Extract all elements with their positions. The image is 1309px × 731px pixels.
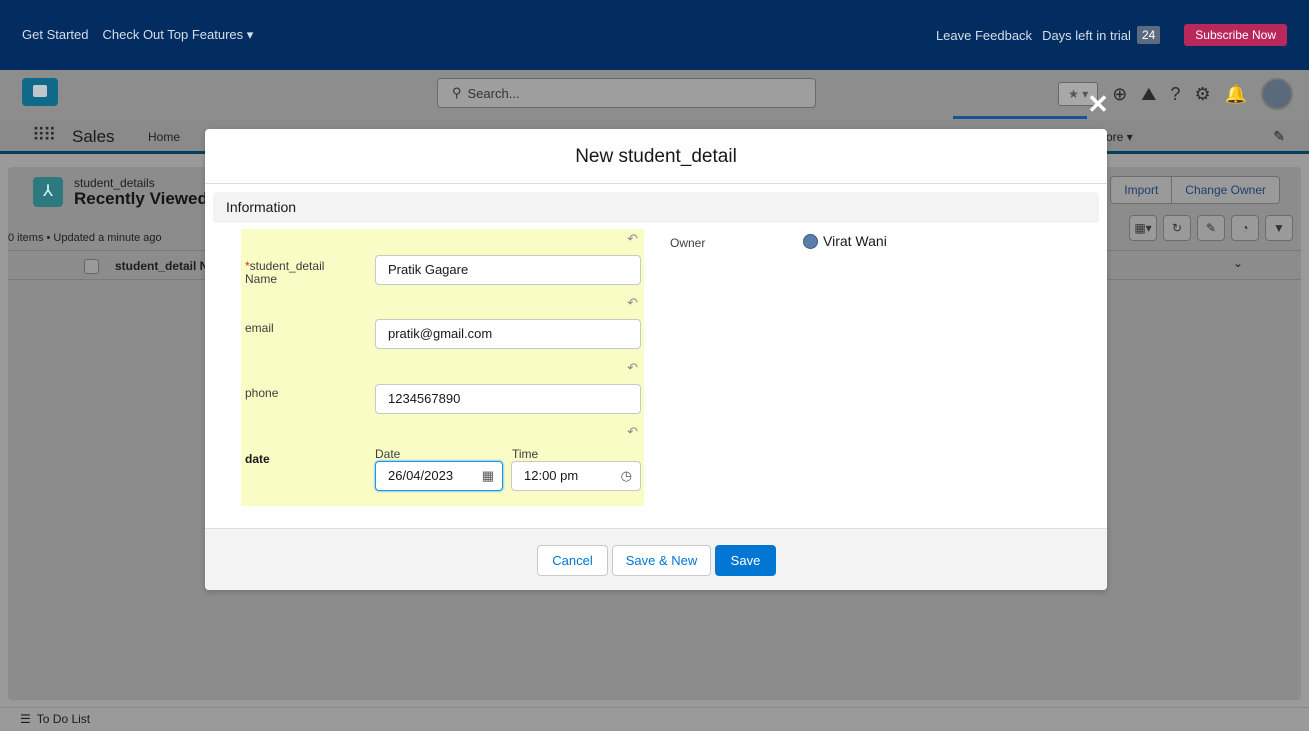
nav-more-label: ore <box>1106 130 1124 144</box>
undo-icon[interactable]: ↶ <box>627 360 638 376</box>
clock-icon[interactable]: ◷ <box>621 462 632 490</box>
time-sublabel: Time <box>512 447 539 461</box>
edit-nav-pencil-icon[interactable]: ✎ <box>1273 128 1285 145</box>
search-placeholder: Search... <box>467 85 520 101</box>
modal-footer: Cancel Save & New Save <box>205 528 1107 590</box>
global-search[interactable]: ⚲ Search... <box>437 78 816 108</box>
days-left-count: 24 <box>1136 26 1161 44</box>
list-view-name[interactable]: Recently Viewed <box>74 189 208 209</box>
global-actions-icon[interactable]: ⊕ <box>1112 84 1127 105</box>
todo-list-label: To Do List <box>36 712 91 726</box>
display-as-table-icon[interactable]: ▦▾ <box>1129 215 1157 241</box>
trailhead-icon[interactable]: ⛰ <box>1141 84 1156 105</box>
date-field-label: date <box>245 452 270 466</box>
date-input[interactable]: 26/04/2023 ▦ <box>375 461 503 491</box>
nav-more-menu[interactable]: ore ▾ <box>1106 130 1133 144</box>
filter-icon[interactable]: ▼ <box>1265 215 1293 241</box>
select-all-checkbox[interactable] <box>84 259 99 274</box>
phone-input[interactable]: 1234567890 <box>375 384 641 414</box>
calendar-icon[interactable]: ▦ <box>482 462 494 490</box>
modal-header: New student_detail <box>205 129 1107 184</box>
top-features-label: Check Out Top Features <box>102 27 244 42</box>
cancel-button[interactable]: Cancel <box>537 545 608 576</box>
owner-field-value[interactable]: Virat Wani <box>803 233 887 249</box>
name-field-label: *student_detail Name <box>245 260 324 286</box>
import-button[interactable]: Import <box>1110 176 1173 204</box>
subscribe-now-button[interactable]: Subscribe Now <box>1184 24 1287 46</box>
undo-icon[interactable]: ↶ <box>627 424 638 440</box>
notifications-bell-icon[interactable]: 🔔 <box>1225 84 1247 105</box>
leave-feedback-link[interactable]: Leave Feedback <box>936 28 1032 43</box>
save-and-new-button[interactable]: Save & New <box>612 545 711 576</box>
name-label-line1: student_detail <box>249 259 325 273</box>
email-input[interactable]: pratik@gmail.com <box>375 319 641 349</box>
object-label: student_details <box>74 176 155 190</box>
column-menu-chevron-icon[interactable]: ⌄ <box>1233 256 1243 270</box>
owner-field-label: Owner <box>670 236 706 250</box>
app-launcher-icon[interactable]: ⠿⠿ <box>32 125 56 146</box>
trial-bar: Get Started Check Out Top Features ▾ Lea… <box>0 0 1309 70</box>
app-name: Sales <box>72 127 115 146</box>
undo-icon[interactable]: ↶ <box>627 295 638 311</box>
utility-bar: ☰ To Do List <box>0 707 1309 731</box>
help-icon[interactable]: ? <box>1170 84 1180 105</box>
column-header-name[interactable]: student_detail N <box>115 259 208 273</box>
todo-list-icon: ☰ <box>20 712 31 726</box>
chart-icon[interactable]: ◔ <box>1231 215 1259 241</box>
nav-item-home[interactable]: Home <box>148 130 180 144</box>
student-object-icon: ⅄ <box>33 177 63 207</box>
undo-icon[interactable]: ↶ <box>627 231 638 247</box>
name-input[interactable]: Pratik Gagare <box>375 255 641 285</box>
phone-field-label: phone <box>245 386 279 400</box>
owner-name: Virat Wani <box>823 233 887 249</box>
refresh-icon[interactable]: ↻ <box>1163 215 1191 241</box>
top-features-menu[interactable]: Check Out Top Features ▾ <box>102 27 253 43</box>
new-record-modal: New student_detail Information ↶ *studen… <box>205 129 1107 590</box>
save-button[interactable]: Save <box>715 545 776 576</box>
search-icon: ⚲ <box>452 85 462 100</box>
days-left-label: Days left in trial <box>1042 27 1131 43</box>
caret-down-icon: ▾ <box>246 27 254 42</box>
form-edited-area: ↶ *student_detail Name Pratik Gagare ↶ e… <box>241 229 644 506</box>
active-tab-indicator <box>953 116 1087 119</box>
owner-avatar-icon <box>803 233 818 249</box>
list-meta: 0 items • Updated a minute ago <box>8 232 162 244</box>
date-sublabel: Date <box>375 447 401 461</box>
close-modal-icon[interactable]: ✕ <box>1086 91 1110 117</box>
time-value: 12:00 pm <box>524 468 579 483</box>
email-field-label: email <box>245 321 274 335</box>
get-started-link[interactable]: Get Started <box>22 27 88 43</box>
change-owner-button[interactable]: Change Owner <box>1172 176 1280 204</box>
name-label-line2: Name <box>245 272 278 286</box>
date-value: 26/04/2023 <box>388 468 454 483</box>
time-input[interactable]: 12:00 pm ◷ <box>511 461 641 491</box>
todo-list-item[interactable]: ☰ To Do List <box>20 712 90 726</box>
caret-down-icon: ▾ <box>1126 130 1133 144</box>
user-avatar[interactable] <box>1261 78 1293 110</box>
modal-title: New student_detail <box>575 146 737 167</box>
setup-gear-icon[interactable]: ⚙ <box>1194 84 1210 105</box>
section-header-information[interactable]: Information <box>213 192 1099 223</box>
inline-edit-icon[interactable]: ✎ <box>1197 215 1225 241</box>
global-header: ⚲ Search... ★ ▾ ⊕ ⛰ ? ⚙ 🔔 <box>0 70 1309 120</box>
org-logo-icon[interactable] <box>22 78 58 106</box>
